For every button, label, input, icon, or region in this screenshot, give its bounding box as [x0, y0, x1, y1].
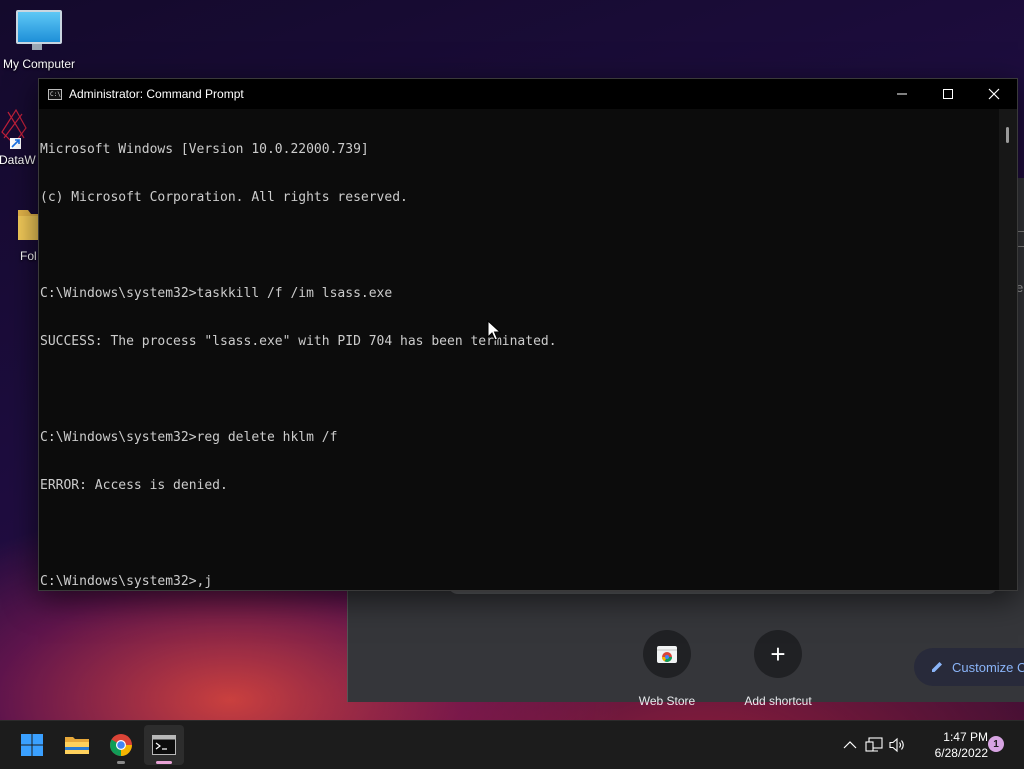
customize-chrome-button[interactable]: Customize C: [914, 648, 1024, 686]
console-line: (c) Microsoft Corporation. All rights re…: [40, 190, 408, 205]
clock-time: 1:47 PM: [943, 730, 988, 744]
title-bar[interactable]: C:\ Administrator: Command Prompt: [39, 79, 1017, 109]
close-button[interactable]: [971, 79, 1017, 109]
web-store-icon: [643, 630, 691, 678]
taskbar-file-explorer[interactable]: [57, 725, 97, 765]
console-prompt-line: C:\Windows\system32>,j: [40, 574, 213, 589]
chevron-up-icon[interactable]: [838, 740, 862, 750]
minimize-icon: [897, 93, 907, 95]
shortcut-add[interactable]: + Add shortcut: [733, 630, 823, 708]
plus-icon: +: [754, 630, 802, 678]
terminal-icon: [152, 735, 176, 755]
window-title: Administrator: Command Prompt: [69, 87, 244, 101]
folder-icon: [65, 737, 89, 754]
pencil-icon: [932, 662, 942, 672]
vertical-scrollbar[interactable]: [999, 109, 1017, 590]
volume-icon[interactable]: [886, 737, 910, 753]
desktop-icon-my-computer[interactable]: My Computer: [1, 10, 77, 71]
console-line: ERROR: Access is denied.: [40, 478, 228, 493]
clock-date: 6/28/2022: [934, 746, 988, 760]
active-indicator: [156, 761, 172, 764]
cmd-app-icon: C:\: [48, 88, 62, 100]
console-line: ​: [40, 526, 999, 542]
customize-label: Customize C: [952, 659, 1024, 675]
chrome-icon: [110, 734, 132, 756]
start-button[interactable]: [12, 725, 52, 765]
notification-badge[interactable]: 1: [988, 736, 1004, 752]
console-line: C:\Windows\system32>reg delete hklm /f: [40, 430, 338, 445]
desktop-icon-label: My Computer: [2, 57, 76, 71]
shortcut-label: Add shortcut: [744, 694, 812, 708]
shortcut-web-store[interactable]: Web Store: [622, 630, 712, 708]
maximize-icon: [943, 89, 953, 99]
windows-start-icon: [21, 734, 43, 756]
mouse-pointer-icon: [487, 320, 501, 341]
shortcut-label: Web Store: [638, 694, 696, 708]
console-output[interactable]: Microsoft Windows [Version 10.0.22000.73…: [39, 109, 999, 590]
console-line: ​: [40, 238, 999, 254]
network-icon[interactable]: [862, 737, 886, 753]
folder-icon: [18, 210, 40, 240]
console-line: Microsoft Windows [Version 10.0.22000.73…: [40, 142, 369, 157]
clock[interactable]: 1:47 PM 6/28/2022: [918, 729, 988, 761]
console-line: ​: [40, 382, 999, 398]
taskbar-chrome[interactable]: [101, 725, 141, 765]
monitor-icon: [16, 10, 62, 50]
close-icon: [988, 88, 1000, 100]
console-line: SUCCESS: The process "lsass.exe" with PI…: [40, 334, 557, 349]
taskbar-command-prompt[interactable]: [144, 725, 184, 765]
command-prompt-window[interactable]: C:\ Administrator: Command Prompt Micros…: [38, 78, 1018, 591]
shortcut-icon: [1, 108, 27, 149]
maximize-button[interactable]: [925, 79, 971, 109]
system-tray: [838, 721, 910, 769]
running-indicator: [117, 761, 125, 764]
console-line: C:\Windows\system32>taskkill /f /im lsas…: [40, 286, 393, 301]
taskbar: 1:47 PM 6/28/2022: [0, 720, 1024, 769]
minimize-button[interactable]: [879, 79, 925, 109]
scrollbar-thumb[interactable]: [1006, 127, 1009, 143]
